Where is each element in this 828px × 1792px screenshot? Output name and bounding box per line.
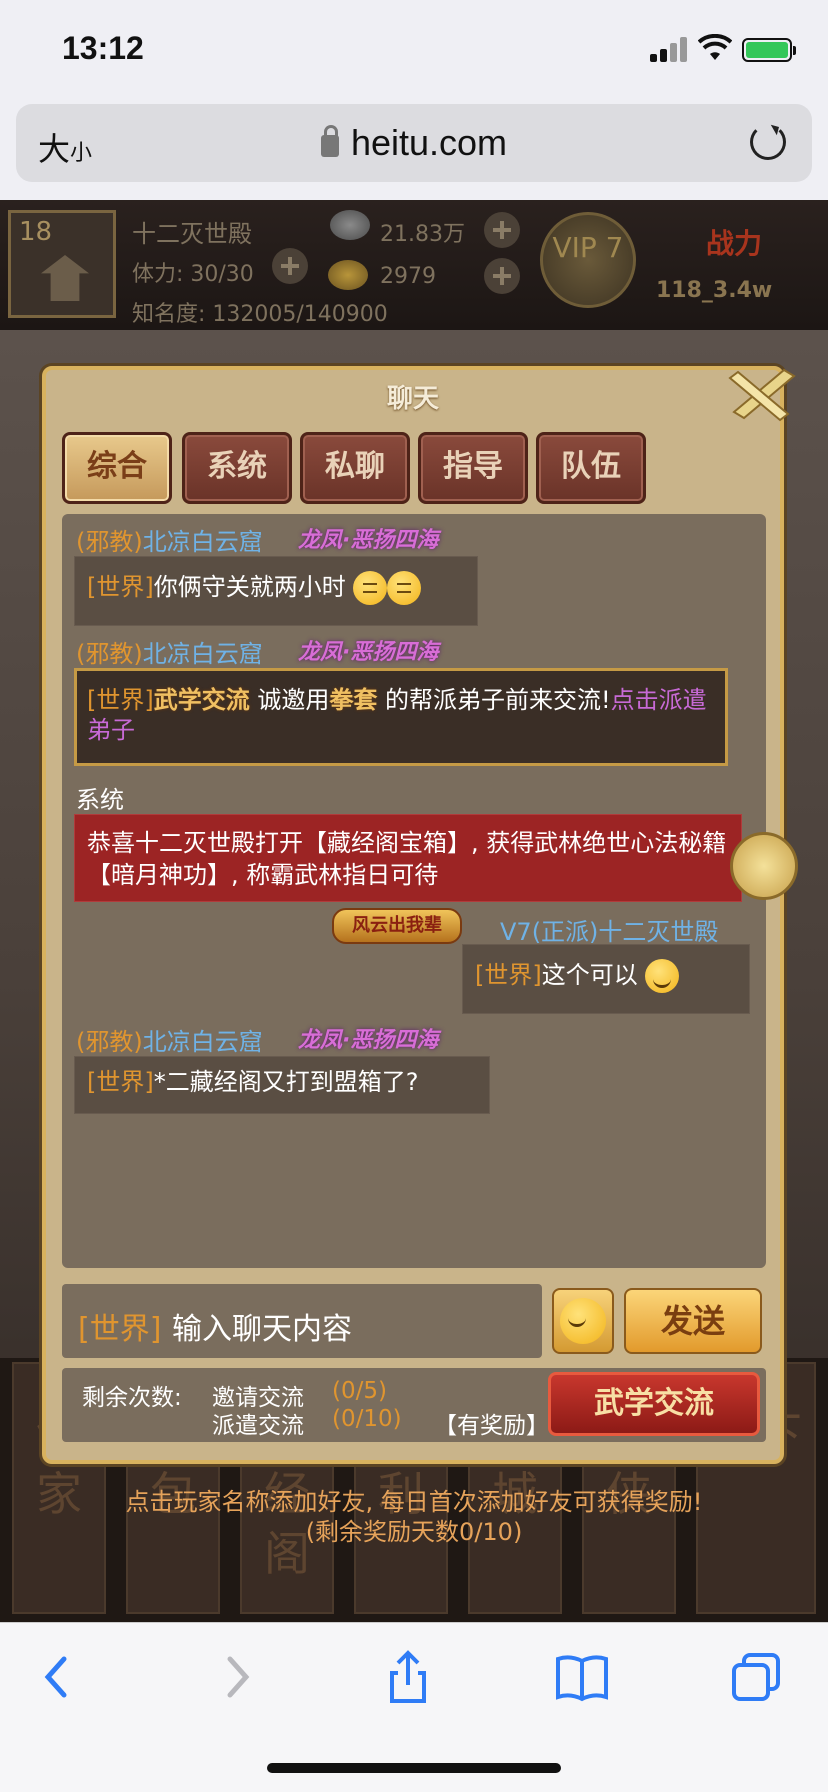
message-text: 诚邀用 — [257, 686, 330, 714]
dispatch-count: (0/10) — [332, 1406, 402, 1432]
weapon-tag: 拳套 — [329, 686, 378, 714]
channel-tag: [世界] — [87, 573, 154, 601]
bookmarks-icon[interactable] — [552, 1647, 612, 1707]
vip-badge[interactable]: VIP 7 — [540, 212, 636, 308]
sender-name[interactable]: 北凉白云窟 — [143, 1028, 263, 1056]
address-bar[interactable]: 大小 heitu.com — [16, 104, 812, 182]
gold-amount: 2979 — [380, 264, 436, 289]
browser-toolbar — [0, 1622, 828, 1792]
chat-bubble-self: [世界]这个可以 — [462, 944, 750, 1014]
sender-name[interactable]: 十二灭世殿 — [598, 918, 718, 946]
add-gold-icon[interactable] — [484, 258, 520, 294]
chat-dialog: 聊天 综合 系统 私聊 指导 队伍 (邪教)北凉白云窟 龙凤·恶扬四海 [世界]… — [42, 366, 784, 1464]
smile-emoji-icon — [560, 1298, 606, 1344]
title-badge: 龙凤·恶扬四海 — [298, 640, 439, 665]
fame: 知名度: 132005/140900 — [132, 302, 388, 327]
tabs-icon[interactable] — [726, 1647, 786, 1707]
player-level: 18 — [19, 217, 53, 247]
silver-amount: 21.83万 — [380, 222, 465, 247]
message-text: *二藏经阁又打到盟箱了? — [153, 1068, 419, 1096]
message-text: 这个可以 — [541, 961, 638, 989]
quota-label: 剩余次数: — [82, 1385, 182, 1411]
home-indicator — [267, 1763, 561, 1773]
channel-tag: [世界] — [87, 686, 154, 714]
channel-tag: [世界] — [475, 961, 542, 989]
reward-days-notice: (剩余奖励天数0/10) — [305, 1518, 523, 1546]
message-sender-self[interactable]: V7(正派)十二灭世殿 — [500, 912, 718, 947]
event-tag: 武学交流 — [153, 686, 250, 714]
share-icon[interactable] — [378, 1647, 438, 1707]
player-name: 十二灭世殿 — [132, 220, 252, 248]
message-sender[interactable]: (邪教)北凉白云窟 — [76, 522, 263, 557]
status-bar: 13:12 — [0, 0, 828, 96]
title-badge-own: 风云出我辈 — [332, 908, 462, 944]
emoji-button[interactable] — [552, 1288, 614, 1354]
back-icon[interactable] — [28, 1647, 88, 1707]
browser-bar: 大小 heitu.com — [0, 96, 828, 200]
smile-emoji-icon — [645, 959, 680, 993]
chat-bubble: [世界]*二藏经阁又打到盟箱了? — [74, 1056, 490, 1114]
add-stamina-icon[interactable] — [272, 248, 308, 284]
cellular-signal-icon — [650, 36, 690, 62]
reward-label: 【有奖励】 — [434, 1413, 549, 1439]
message-sender[interactable]: (邪教)北凉白云窟 — [76, 1022, 263, 1057]
dispatch-label: 派遣交流 — [212, 1413, 304, 1439]
silver-icon — [330, 210, 370, 240]
reload-icon[interactable] — [750, 124, 786, 160]
battery-icon — [742, 38, 796, 62]
invite-count: (0/5) — [332, 1378, 387, 1404]
channel-tag: [世界] — [87, 1068, 154, 1096]
sender-name[interactable]: 北凉白云窟 — [143, 528, 263, 556]
message-text: 你俩守关就两小时 — [153, 573, 346, 601]
pagoda-icon — [41, 255, 89, 301]
sweat-emoji-icon — [353, 571, 388, 605]
martial-exchange-invite: [世界]武学交流 诚邀用拳套 的帮派弟子前来交流!点击派遣弟子 — [74, 668, 728, 766]
sender-faction: (邪教) — [76, 528, 143, 556]
close-icon[interactable] — [724, 362, 804, 422]
message-sender[interactable]: (邪教)北凉白云窟 — [76, 634, 263, 669]
lock-icon — [320, 125, 339, 157]
title-badge: 龙凤·恶扬四海 — [298, 528, 439, 553]
chat-message-list[interactable]: (邪教)北凉白云窟 龙凤·恶扬四海 [世界]你俩守关就两小时 (邪教)北凉白云窟… — [62, 514, 766, 1268]
martial-exchange-button[interactable]: 武学交流 — [548, 1372, 760, 1436]
gold-icon — [328, 260, 368, 290]
input-placeholder: 输入聊天内容 — [172, 1312, 352, 1347]
system-message: 恭喜十二灭世殿打开【藏经阁宝箱】, 获得武林绝世心法秘籍【暗月神功】, 称霸武林… — [74, 814, 742, 902]
sender-faction: (邪教) — [76, 640, 143, 668]
wifi-icon — [698, 34, 732, 60]
power-display: 战力 118_3.4w — [650, 216, 820, 316]
player-avatar[interactable]: 18 — [8, 210, 116, 318]
sender-name[interactable]: 北凉白云窟 — [143, 640, 263, 668]
power-value: 118_3.4w — [656, 278, 773, 303]
add-silver-icon[interactable] — [484, 212, 520, 248]
mascot-icon[interactable] — [730, 832, 798, 900]
chat-input[interactable]: [世界] 输入聊天内容 — [62, 1284, 542, 1358]
dialog-title: 聊天 — [386, 384, 439, 414]
send-button[interactable]: 发送 — [624, 1288, 762, 1354]
sweat-emoji-icon — [387, 571, 422, 605]
tab-general[interactable]: 综合 — [62, 432, 172, 504]
game-header: 18 十二灭世殿 体力: 30/30 知名度: 132005/140900 21… — [0, 200, 828, 330]
url-display[interactable]: heitu.com — [16, 122, 812, 164]
url-text: heitu.com — [350, 122, 508, 163]
chat-bubble: [世界]你俩守关就两小时 — [74, 556, 478, 626]
stamina: 体力: 30/30 — [132, 262, 254, 287]
power-label: 战力 — [706, 227, 763, 260]
system-label: 系统 — [76, 786, 124, 814]
status-time: 13:12 — [62, 30, 144, 66]
exchange-quota-panel: 剩余次数: 邀请交流 (0/5) 派遣交流 (0/10) 【有奖励】 武学交流 — [62, 1368, 766, 1442]
tab-system[interactable]: 系统 — [182, 432, 292, 504]
input-channel-selector[interactable]: [世界] — [78, 1304, 161, 1348]
tab-guidance[interactable]: 指导 — [418, 432, 528, 504]
sender-faction: (邪教) — [76, 1028, 143, 1056]
message-text: 的帮派弟子前来交流! — [385, 686, 611, 714]
tab-team[interactable]: 队伍 — [536, 432, 646, 504]
tab-private[interactable]: 私聊 — [300, 432, 410, 504]
forward-icon[interactable] — [206, 1647, 266, 1707]
sender-vip-faction: V7(正派) — [500, 918, 599, 946]
title-badge: 龙凤·恶扬四海 — [298, 1028, 439, 1053]
